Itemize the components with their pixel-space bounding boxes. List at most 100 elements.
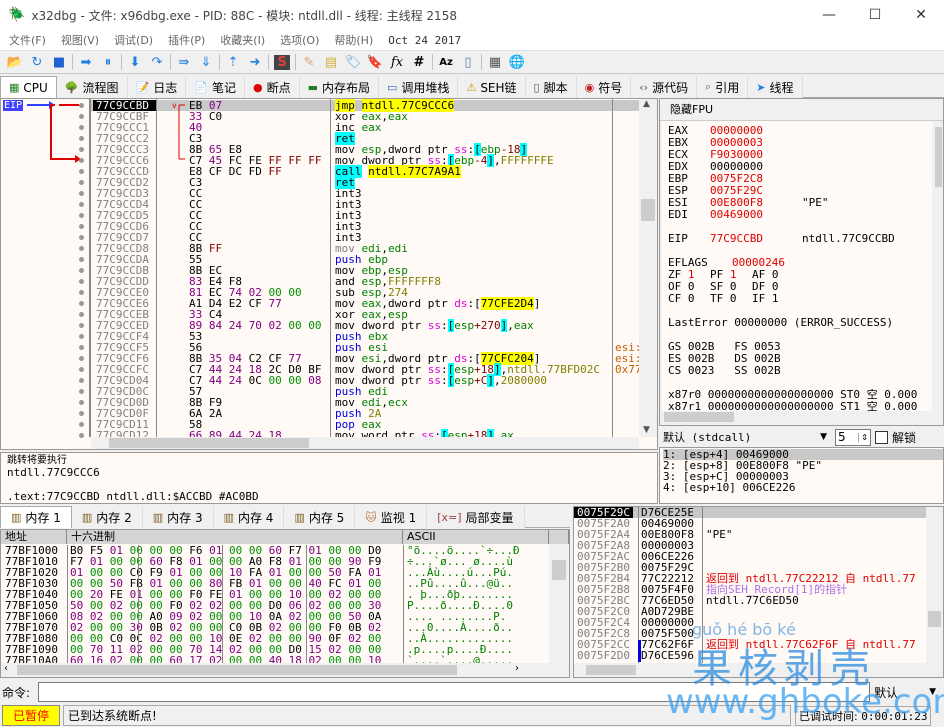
scroll-down-icon[interactable]: ▼ [643,425,650,435]
register-value[interactable]: 00469000 [710,209,802,221]
breakpoint-dot[interactable] [79,103,84,108]
hash-icon[interactable]: # [408,52,430,72]
dump-tab[interactable]: [x=] 局部变量 [427,506,525,528]
patch-icon[interactable]: ✎ [298,52,320,72]
register-eax[interactable]: EAX 00000000 [668,125,926,137]
arguments-view[interactable]: 1: [esp+4] 00469000 2: [esp+8] 00E800F8 … [659,447,944,504]
dump-tab[interactable]: 🐱 监视 1 [355,506,428,528]
breakpoint-dot[interactable] [79,125,84,130]
breakpoint-dot[interactable] [79,323,84,328]
scylla-icon[interactable]: S [271,52,293,72]
breakpoint-dot[interactable] [79,334,84,339]
run-to-user-code-icon[interactable]: ➜ [244,52,266,72]
scroll-up-icon[interactable]: ▲ [643,99,650,109]
command-mode-select[interactable]: 默认 ▼ [870,682,940,702]
disasm-instruction[interactable]: int3 [335,199,612,210]
tab-memory-map[interactable]: ▬ 内存布局 [299,76,380,98]
memory-icon[interactable]: ▯ [457,52,479,72]
tab-thread[interactable]: ➤ 线程 [748,76,803,98]
breakpoint-dot[interactable] [79,312,84,317]
tab-cpu[interactable]: ▦ CPU [0,76,57,98]
registers-vscrollbar[interactable] [934,121,943,411]
scroll-left-icon[interactable]: ‹ [4,663,8,674]
disasm-instruction[interactable]: ret [335,176,612,189]
x87-register[interactable]: x87r0 0000000000000000000 ST0 空 0.000 [668,389,926,401]
disassembly-view[interactable]: EIP 77C9CCBD 77C9CCBF 77C9CCC1 77C9CCC2 77C9… [0,98,658,450]
run-icon[interactable]: ➡ [75,52,97,72]
menu-help[interactable]: 帮助(H) [334,32,373,48]
disasm-instruction[interactable]: int3 [335,221,612,232]
tab-source[interactable]: ‹› 源代码 [631,76,698,98]
register-ecx[interactable]: ECX F9030000 [668,149,926,161]
tab-callstack[interactable]: ▭ 调用堆栈 [379,76,459,98]
breakpoint-dot[interactable] [79,235,84,240]
flag-tf[interactable]: TF 0 [710,293,752,305]
breakpoint-dot[interactable] [79,279,84,284]
breakpoint-dot[interactable] [79,345,84,350]
breakpoint-dot[interactable] [79,356,84,361]
arg-row[interactable]: 4: [esp+10] 006CE226 [663,482,943,493]
dump-hex[interactable]: 60 16 02 00 00 60 17 02 00 00 40 18 02 0… [70,655,381,663]
breakpoint-dot[interactable] [79,136,84,141]
dump-tab[interactable]: ▥ 内存 2 [71,506,143,528]
registers-hscrollbar[interactable] [662,411,934,423]
ascii-header[interactable]: ASCII [403,530,549,544]
dump-row[interactable]: 77BF10A0 60 16 02 00 00 60 17 02 00 00 40… [1,655,549,663]
register-edx[interactable]: EDX 00000000 [668,161,926,173]
register-eip[interactable]: EIP 77C9CCBD ntdll.77C9CCBD [668,233,926,245]
menu-options[interactable]: 选项(O) [280,32,319,48]
memory-dump-view[interactable]: 地址 十六进制 ASCII 77BF1000 B0 F5 01 00 00 00 … [0,529,570,678]
stop-icon[interactable]: ■ [48,52,70,72]
stack-row[interactable]: 0075F2D0 D76CE596 [574,650,926,661]
callconv-select[interactable]: 默认 (stdcall) ▼ [659,428,831,446]
breakpoint-dot[interactable] [79,422,84,427]
breakpoint-dot[interactable] [79,224,84,229]
breakpoint-dot[interactable] [79,378,84,383]
breakpoint-dot[interactable] [79,147,84,152]
hide-fpu-button[interactable]: 隐藏FPU [660,99,943,121]
dump-vscrollbar[interactable] [549,544,569,663]
hex-header[interactable]: 十六进制 [67,530,403,544]
menu-view[interactable]: 视图(V) [61,32,99,48]
step-over-icon[interactable]: ↷ [146,52,168,72]
register-value[interactable]: 77C9CCBD [710,233,802,245]
breakpoint-dot[interactable] [79,433,84,438]
tab-reference[interactable]: ⌕ 引用 [697,76,749,98]
tab-breakpoint[interactable]: ● 断点 [244,76,300,98]
unlock-checkbox[interactable] [875,430,888,444]
breakpoint-dot[interactable] [79,301,84,306]
register-eflags[interactable]: EFLAGS 00000246 [668,257,926,269]
font-icon[interactable]: Az [435,52,457,72]
restart-icon[interactable]: ↻ [26,52,48,72]
menu-debug[interactable]: 调试(D) [114,32,153,48]
command-input[interactable] [38,682,870,702]
dump-tab[interactable]: ▥ 内存 1 [0,506,72,528]
execute-till-return-icon[interactable]: ⇡ [222,52,244,72]
close-button[interactable]: ✕ [898,0,944,30]
register-edi[interactable]: EDI 00469000 [668,209,926,221]
register-ebp[interactable]: EBP 0075F2C8 [668,173,926,185]
stack-vscrollbar[interactable] [926,507,943,663]
tab-seh[interactable]: ⚠ SEH链 [458,76,526,98]
address-header[interactable]: 地址 [1,530,67,544]
breakpoint-dot[interactable] [79,202,84,207]
comment-icon[interactable]: ▤ [320,52,342,72]
stack-view[interactable]: 0075F29C D76CE25E 0075F2A0 00469000 0075F2A4… [573,506,944,678]
scroll-right-icon[interactable]: › [515,663,519,674]
trace-over-icon[interactable]: ⇓ [195,52,217,72]
breakpoint-dot[interactable] [79,367,84,372]
stack-hscrollbar[interactable] [574,663,943,677]
function-icon[interactable]: fx [386,52,408,72]
breakpoint-dot[interactable] [79,169,84,174]
minimize-button[interactable]: — [806,0,852,30]
register-list[interactable]: EAX 00000000 EBX 00000003 ECX F9030000 EDX 0000… [662,121,932,413]
disasm-vscrollbar[interactable]: ▲ ▼ [639,99,657,437]
breakpoint-dot[interactable] [79,246,84,251]
flag-cf[interactable]: CF 0 [668,293,710,305]
disasm-hscrollbar[interactable] [91,437,639,449]
calculator-icon[interactable]: ▦ [484,52,506,72]
breakpoint-dot[interactable] [79,191,84,196]
tab-symbol[interactable]: ◉ 符号 [576,76,632,98]
tab-tree[interactable]: 🌳 流程图 [56,76,128,98]
breakpoint-dot[interactable] [79,411,84,416]
